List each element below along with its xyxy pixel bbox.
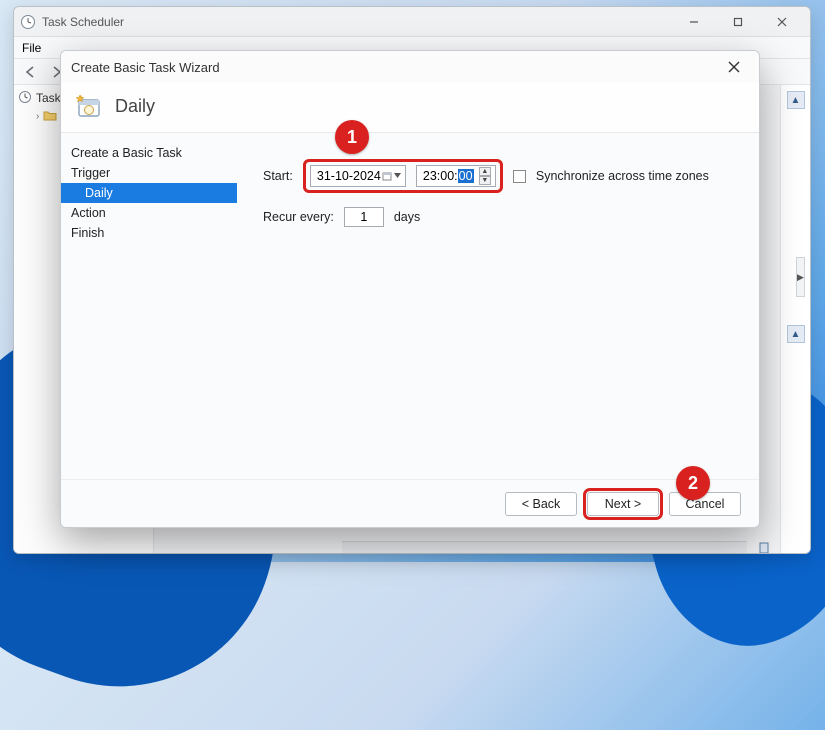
wizard-steps: Create a Basic Task Trigger Daily Action…	[61, 133, 237, 479]
next-button[interactable]: Next >	[587, 492, 659, 516]
annotation-badge-1: 1	[335, 120, 369, 154]
scroll-up-button-2[interactable]: ▲	[787, 325, 805, 343]
minimize-button[interactable]	[672, 7, 716, 37]
spinner-up-icon[interactable]: ▲	[479, 167, 491, 176]
start-time-value: 23:00:00	[423, 169, 474, 183]
step-action[interactable]: Action	[61, 203, 237, 223]
calendar-dropdown-icon[interactable]	[382, 171, 401, 181]
form-area: Start: 31-10-2024 23:00:00 ▲ ▼	[237, 133, 759, 479]
start-time-picker[interactable]: 23:00:00 ▲ ▼	[416, 165, 496, 187]
step-create-basic-task[interactable]: Create a Basic Task	[61, 143, 237, 163]
synchronize-checkbox[interactable]	[513, 170, 526, 183]
synchronize-label: Synchronize across time zones	[536, 169, 709, 183]
folder-icon	[43, 109, 57, 124]
step-daily[interactable]: Daily	[61, 183, 237, 203]
back-arrow-icon[interactable]	[20, 62, 42, 82]
back-button[interactable]: < Back	[505, 492, 577, 516]
dialog-titlebar: Create Basic Task Wizard	[61, 51, 759, 83]
clock-icon	[20, 14, 36, 30]
step-trigger[interactable]: Trigger	[61, 163, 237, 183]
cancel-button[interactable]: Cancel	[669, 492, 741, 516]
create-basic-task-wizard: Create Basic Task Wizard Daily Create a …	[60, 50, 760, 528]
maximize-button[interactable]	[716, 7, 760, 37]
recur-label: Recur every:	[263, 210, 334, 224]
menu-file[interactable]: File	[22, 41, 41, 55]
app-title: Task Scheduler	[42, 15, 124, 29]
start-date-value: 31-10-2024	[317, 169, 381, 183]
titlebar: Task Scheduler	[14, 7, 810, 37]
chevron-right-icon: ›	[36, 111, 39, 122]
dialog-header: Daily	[61, 83, 759, 133]
dialog-body: Create a Basic Task Trigger Daily Action…	[61, 133, 759, 479]
step-finish[interactable]: Finish	[61, 223, 237, 243]
recur-unit-label: days	[394, 210, 420, 224]
annotation-highlight-1: 31-10-2024 23:00:00 ▲ ▼	[303, 159, 503, 193]
panel-expand-handle[interactable]: ▶	[796, 257, 805, 297]
calendar-star-icon	[75, 93, 103, 121]
page-icon	[758, 542, 770, 554]
recur-every-input[interactable]	[344, 207, 384, 227]
spinner-down-icon[interactable]: ▼	[479, 176, 491, 185]
time-spinner[interactable]: ▲ ▼	[479, 167, 491, 185]
actions-panel: ▲ ▲ ▶	[780, 85, 810, 553]
scroll-up-button[interactable]: ▲	[787, 91, 805, 109]
dialog-footer: < Back Next > Cancel	[61, 479, 759, 527]
annotation-badge-2: 2	[676, 466, 710, 500]
start-label: Start:	[263, 169, 293, 183]
clock-icon	[18, 90, 32, 107]
content-footer-strip	[342, 541, 747, 554]
dialog-heading: Daily	[115, 96, 155, 117]
start-date-picker[interactable]: 31-10-2024	[310, 165, 406, 187]
dialog-title: Create Basic Task Wizard	[71, 60, 220, 75]
close-button[interactable]	[760, 7, 804, 37]
time-seconds-selected: 00	[458, 169, 474, 183]
dialog-close-button[interactable]	[719, 53, 749, 81]
